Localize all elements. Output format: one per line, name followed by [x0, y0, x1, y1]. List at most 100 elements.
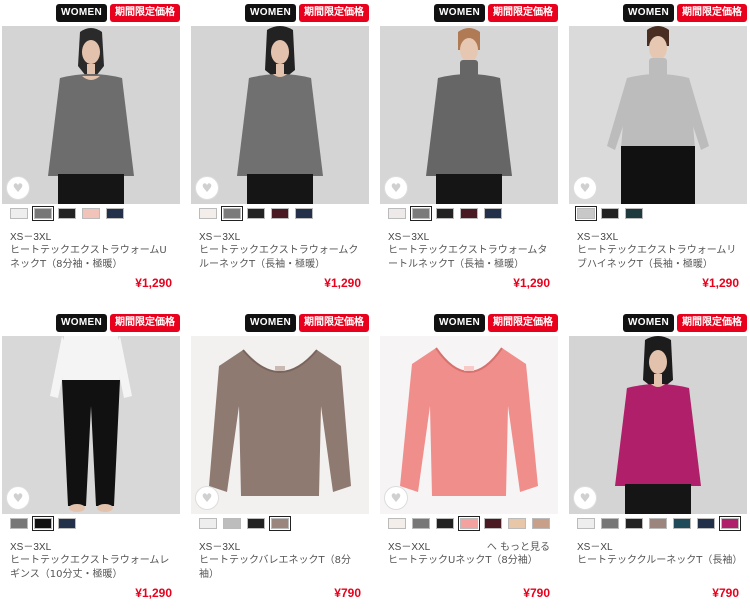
color-swatch[interactable] [601, 208, 619, 219]
color-swatch[interactable] [601, 518, 619, 529]
size-range: XS－3XL [10, 542, 52, 553]
product-name[interactable]: ヒートテッククルーネックT（長袖） [577, 554, 742, 568]
color-swatch[interactable] [295, 208, 313, 219]
color-swatch[interactable] [649, 518, 667, 529]
product-name[interactable]: ヒートテックエクストラウォームUネックT（8分袖・極暖） [10, 244, 175, 272]
color-swatch-selected[interactable] [32, 516, 54, 531]
color-swatch[interactable] [10, 208, 28, 219]
product-card[interactable]: WOMEN 期間限定価格 ♥ XS－3XL ヒートテックエクストラウォームレギン… [2, 310, 180, 610]
color-swatch[interactable] [247, 518, 265, 529]
product-image[interactable]: ♥ [380, 26, 558, 204]
color-swatch[interactable] [58, 518, 76, 529]
color-swatch[interactable] [199, 518, 217, 529]
limited-price-badge: 期間限定価格 [110, 314, 180, 332]
product-card[interactable]: WOMEN 期間限定価格 ♥ XS－XL ヒートテッククルーネックT（長袖） ¥… [569, 310, 747, 610]
color-swatch[interactable] [10, 518, 28, 529]
size-range: XS－3XL [388, 232, 430, 243]
color-swatch[interactable] [484, 208, 502, 219]
product-name[interactable]: ヒートテックエクストラウォームクルーネックT（長袖・極暖） [199, 244, 364, 272]
color-swatch[interactable] [412, 518, 430, 529]
color-swatch[interactable] [577, 518, 595, 529]
heart-icon[interactable]: ♥ [384, 176, 408, 200]
color-swatch-selected[interactable] [719, 516, 741, 531]
women-badge: WOMEN [434, 4, 485, 22]
color-swatch[interactable] [673, 518, 691, 529]
product-price: ¥1,290 [135, 276, 172, 290]
color-swatches [388, 206, 502, 221]
color-swatch[interactable] [199, 208, 217, 219]
product-image[interactable]: ♥ [380, 336, 558, 514]
color-swatch-selected[interactable] [410, 206, 432, 221]
product-card[interactable]: WOMEN 期間限定価格 ♥ XS－3XL ヒートテックエクストラウォームリブハ… [569, 0, 747, 300]
show-more-link[interactable]: へ もっと見る [487, 538, 550, 553]
color-swatch[interactable] [625, 208, 643, 219]
product-card[interactable]: WOMEN 期間限定価格 ♥ XS－3XL ヒートテックバレエネックT（8分袖）… [191, 310, 369, 610]
color-swatches [199, 206, 313, 221]
color-swatch[interactable] [532, 518, 550, 529]
color-swatch[interactable] [697, 518, 715, 529]
product-card[interactable]: WOMEN 期間限定価格 ♥ XS－XXL へ もっと見る ヒートテックUネック… [380, 310, 558, 610]
product-image[interactable]: ♥ [569, 26, 747, 204]
product-image[interactable]: ♥ [2, 26, 180, 204]
color-swatch-selected[interactable] [458, 516, 480, 531]
heart-icon[interactable]: ♥ [384, 486, 408, 510]
product-price: ¥1,290 [702, 276, 739, 290]
product-name[interactable]: ヒートテックエクストラウォームリブハイネックT（長袖・極暖） [577, 244, 742, 272]
limited-price-badge: 期間限定価格 [299, 314, 369, 332]
product-name[interactable]: ヒートテックUネックT（8分袖） [388, 554, 553, 568]
product-card[interactable]: WOMEN 期間限定価格 ♥ XS－3XL ヒート [191, 0, 369, 300]
product-name[interactable]: ヒートテックエクストラウォームタートルネックT（長袖・極暖） [388, 244, 553, 272]
color-swatch[interactable] [247, 208, 265, 219]
color-swatch[interactable] [436, 518, 454, 529]
product-name[interactable]: ヒートテックバレエネックT（8分袖） [199, 554, 364, 582]
badge-group: WOMEN 期間限定価格 [56, 314, 180, 332]
product-price: ¥790 [712, 586, 739, 600]
women-badge: WOMEN [56, 4, 107, 22]
color-swatch[interactable] [223, 518, 241, 529]
color-swatch[interactable] [388, 518, 406, 529]
badge-group: WOMEN 期間限定価格 [434, 314, 558, 332]
color-swatch[interactable] [388, 208, 406, 219]
product-image[interactable]: ♥ [569, 336, 747, 514]
color-swatch[interactable] [436, 208, 454, 219]
color-swatches [577, 516, 741, 531]
product-price: ¥790 [523, 586, 550, 600]
badge-group: WOMEN 期間限定価格 [245, 314, 369, 332]
color-swatch[interactable] [58, 208, 76, 219]
color-swatch[interactable] [508, 518, 526, 529]
badge-group: WOMEN 期間限定価格 [56, 4, 180, 22]
badge-group: WOMEN 期間限定価格 [623, 314, 747, 332]
product-price: ¥1,290 [135, 586, 172, 600]
product-image[interactable]: ♥ [2, 336, 180, 514]
limited-price-badge: 期間限定価格 [488, 4, 558, 22]
heart-icon[interactable]: ♥ [195, 486, 219, 510]
color-swatch[interactable] [484, 518, 502, 529]
heart-icon[interactable]: ♥ [195, 176, 219, 200]
color-swatch-selected[interactable] [32, 206, 54, 221]
product-name[interactable]: ヒートテックエクストラウォームレギンス（10分丈・極暖） [10, 554, 175, 582]
heart-icon[interactable]: ♥ [6, 176, 30, 200]
product-card[interactable]: WOMEN 期間限定価格 ♥ XS－3XL ヒートテックエクストラウォームタート… [380, 0, 558, 300]
size-range: XS－3XL [577, 232, 619, 243]
heart-icon[interactable]: ♥ [573, 176, 597, 200]
color-swatch[interactable] [271, 208, 289, 219]
heart-icon[interactable]: ♥ [573, 486, 597, 510]
color-swatches [575, 206, 643, 221]
color-swatch-selected[interactable] [221, 206, 243, 221]
limited-price-badge: 期間限定価格 [299, 4, 369, 22]
product-image[interactable]: ♥ [191, 336, 369, 514]
color-swatch[interactable] [625, 518, 643, 529]
product-image[interactable]: ♥ [191, 26, 369, 204]
color-swatch[interactable] [106, 208, 124, 219]
color-swatch[interactable] [82, 208, 100, 219]
heart-icon[interactable]: ♥ [6, 486, 30, 510]
color-swatch-selected[interactable] [575, 206, 597, 221]
product-price: ¥790 [334, 586, 361, 600]
product-price: ¥1,290 [513, 276, 550, 290]
product-card[interactable]: WOMEN 期間限定価格 ♥ XS－3XL ヒート [2, 0, 180, 300]
color-swatch[interactable] [460, 208, 478, 219]
color-swatch-selected[interactable] [269, 516, 291, 531]
women-badge: WOMEN [434, 314, 485, 332]
badge-group: WOMEN 期間限定価格 [623, 4, 747, 22]
color-swatches [10, 516, 76, 531]
